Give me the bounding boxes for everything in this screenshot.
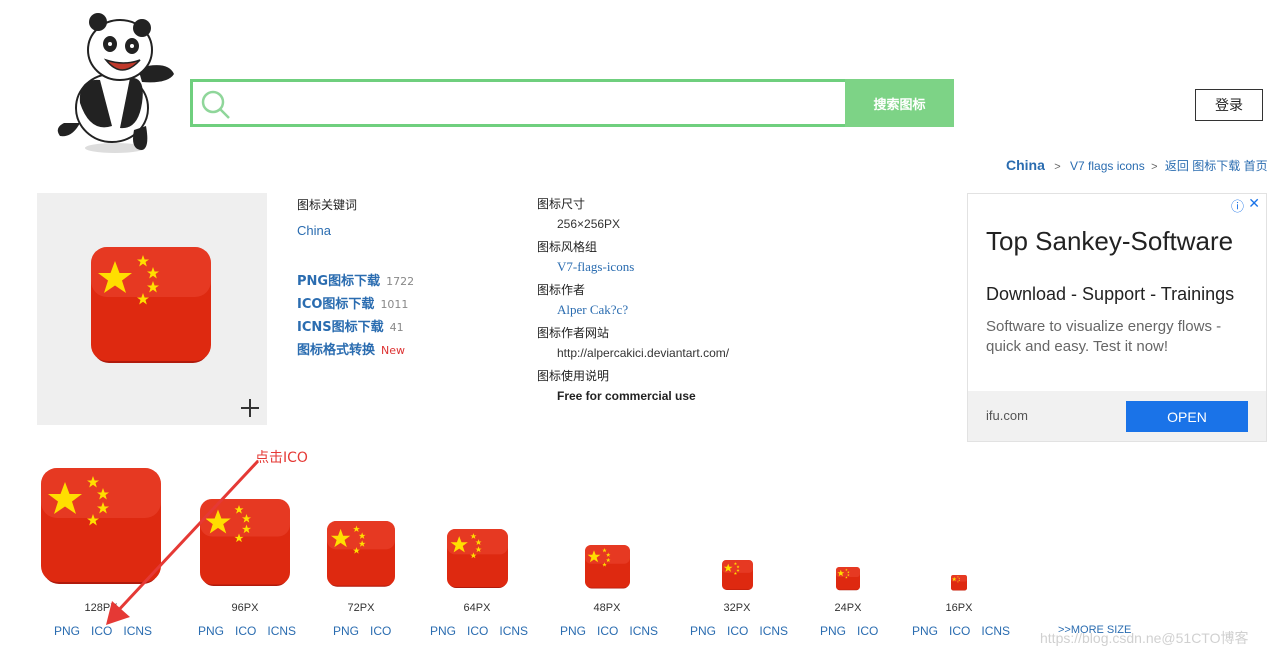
panda-logo[interactable] — [50, 8, 180, 156]
ad-panel[interactable]: ⓘ ✕ Top Sankey-Software Download - Suppo… — [967, 193, 1267, 442]
icns-format-link[interactable]: ICNS — [123, 624, 152, 638]
ico-format-link[interactable]: ICO — [597, 624, 618, 638]
ad-domain: ifu.com — [986, 408, 1028, 423]
ad-title[interactable]: Top Sankey-Software — [986, 226, 1233, 257]
search-button[interactable]: 搜索图标 — [845, 79, 954, 127]
size-label: 24PX — [834, 602, 862, 614]
png-format-link[interactable]: PNG — [560, 624, 586, 638]
breadcrumb-back[interactable]: 返回 — [1165, 159, 1189, 173]
format-links: PNG ICO ICNS — [560, 624, 669, 638]
ad-open-button[interactable]: OPEN — [1126, 401, 1248, 432]
ad-info-icon[interactable]: ⓘ — [1231, 196, 1244, 215]
new-badge: New — [381, 344, 406, 357]
ico-download: ICO图标下载 1011 — [297, 293, 408, 312]
zoom-plus-icon[interactable] — [239, 397, 261, 419]
china-flag-icon — [200, 499, 290, 594]
icns-download: ICNS图标下载 41 — [297, 316, 404, 335]
ico-format-link[interactable]: ICO — [91, 624, 112, 638]
search-icon — [201, 90, 230, 119]
ico-format-link[interactable]: ICO — [727, 624, 748, 638]
png-format-link[interactable]: PNG — [333, 624, 359, 638]
format-convert: 图标格式转换 New — [297, 339, 405, 358]
china-flag-icon — [327, 521, 395, 594]
ico-format-link[interactable]: ICO — [949, 624, 970, 638]
login-button[interactable]: 登录 — [1195, 89, 1263, 121]
ad-footer: ifu.com OPEN — [968, 391, 1266, 441]
usage-label: 图标使用说明 — [537, 369, 610, 383]
format-links: PNG ICO ICNS — [430, 624, 539, 638]
download-count: 1011 — [380, 298, 409, 311]
ico-format-link[interactable]: ICO — [370, 624, 391, 638]
author-label: 图标作者 — [537, 283, 586, 297]
icns-format-link[interactable]: ICNS — [267, 624, 296, 638]
keywords-label: 图标关键词 — [297, 198, 358, 212]
png-format-link[interactable]: PNG — [430, 624, 456, 638]
ico-format-link[interactable]: ICO — [235, 624, 256, 638]
breadcrumb-separator: > — [1054, 161, 1061, 173]
breadcrumb-current[interactable]: China — [1006, 157, 1045, 173]
png-format-link[interactable]: PNG — [820, 624, 846, 638]
format-convert-link[interactable]: 图标格式转换 — [297, 343, 375, 358]
size-label: 96PX — [231, 602, 259, 614]
breadcrumb: China > V7 flags icons > 返回 图标下载 首页 — [1006, 157, 1268, 174]
china-flag-icon — [41, 468, 161, 593]
search-input[interactable] — [237, 84, 841, 124]
png-format-link[interactable]: PNG — [912, 624, 938, 638]
ad-body: Software to visualize energy flows - qui… — [986, 318, 1222, 355]
icns-format-link[interactable]: ICNS — [499, 624, 528, 638]
download-count: 41 — [389, 321, 404, 334]
breadcrumb-set[interactable]: V7 flags icons — [1070, 159, 1145, 173]
size-label: 16PX — [945, 602, 973, 614]
format-links: PNG ICO ICNS — [690, 624, 799, 638]
style-link[interactable]: V7-flags-icons — [557, 259, 634, 275]
png-format-link[interactable]: PNG — [690, 624, 716, 638]
breadcrumb-home[interactable]: 首页 — [1244, 159, 1268, 173]
keyword-link[interactable]: China — [297, 223, 331, 238]
png-download-link[interactable]: PNG图标下载 — [297, 274, 380, 289]
size-label: 72PX — [347, 602, 375, 614]
png-download: PNG图标下载 1722 — [297, 270, 414, 289]
ad-close-icon[interactable]: ✕ — [1248, 195, 1260, 212]
china-flag-icon — [584, 545, 630, 595]
china-flag-icon — [721, 560, 753, 596]
search-bar: 搜索图标 — [190, 79, 954, 127]
format-links: PNG ICO ICNS — [54, 624, 163, 638]
format-links: PNG ICO ICNS — [198, 624, 307, 638]
breadcrumb-separator: > — [1151, 161, 1158, 173]
ico-download-link[interactable]: ICO图标下载 — [297, 297, 374, 312]
png-format-link[interactable]: PNG — [198, 624, 224, 638]
style-label: 图标风格组 — [537, 240, 598, 254]
png-format-link[interactable]: PNG — [54, 624, 80, 638]
icon-preview — [37, 193, 267, 425]
download-count: 1722 — [386, 275, 415, 288]
china-flag-icon — [836, 567, 860, 596]
ico-format-link[interactable]: ICO — [467, 624, 488, 638]
breadcrumb-downloads[interactable]: 图标下载 — [1192, 159, 1240, 173]
size-value: 256×256PX — [557, 217, 621, 231]
size-label: 48PX — [593, 602, 621, 614]
size-label: 128PX — [84, 602, 118, 614]
format-links: PNG ICO ICNS — [912, 624, 1021, 638]
format-links: PNG ICO — [820, 624, 889, 638]
usage-value: Free for commercial use — [557, 389, 696, 403]
ico-format-link[interactable]: ICO — [857, 624, 878, 638]
author-link[interactable]: Alper Cak?c? — [557, 302, 628, 318]
site-value: http://alpercakici.deviantart.com/ — [557, 346, 730, 360]
size-label: 32PX — [723, 602, 751, 614]
icns-format-link[interactable]: ICNS — [981, 624, 1010, 638]
china-flag-icon — [951, 575, 967, 596]
china-flag-icon — [91, 247, 211, 363]
site-label: 图标作者网站 — [537, 326, 610, 340]
annotation-label: 点击ICO — [255, 450, 308, 466]
icns-download-link[interactable]: ICNS图标下载 — [297, 320, 384, 335]
china-flag-icon — [446, 529, 508, 595]
size-label: 64PX — [463, 602, 491, 614]
size-label: 图标尺寸 — [537, 197, 586, 211]
icns-format-link[interactable]: ICNS — [759, 624, 788, 638]
ad-subtitle: Download - Support - Trainings — [986, 284, 1235, 304]
format-links: PNG ICO — [333, 624, 402, 638]
watermark: https://blog.csdn.ne@51CTO博客 — [1040, 630, 1249, 646]
icns-format-link[interactable]: ICNS — [629, 624, 658, 638]
